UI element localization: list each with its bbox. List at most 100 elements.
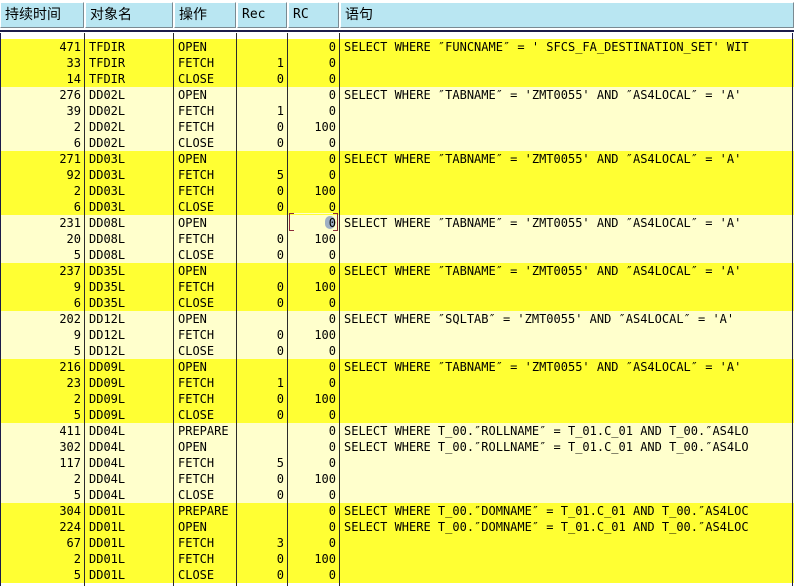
- cell-object[interactable]: DD03L: [85, 199, 173, 215]
- cell-rec[interactable]: 1: [237, 55, 287, 71]
- table-row[interactable]: 23 DD09L FETCH 1 0: [0, 375, 794, 391]
- cell-object[interactable]: DD01L: [85, 519, 173, 535]
- cell-object[interactable]: DD02L: [85, 103, 173, 119]
- cell-operation[interactable]: FETCH: [174, 231, 236, 247]
- cell-rec[interactable]: [237, 151, 287, 167]
- cell-object[interactable]: DD01L: [85, 567, 173, 583]
- cell-rc[interactable]: 0: [288, 359, 339, 375]
- cell-operation[interactable]: FETCH: [174, 375, 236, 391]
- cell-operation[interactable]: OPEN: [174, 439, 236, 455]
- cell-object[interactable]: DD03L: [85, 183, 173, 199]
- cell-operation[interactable]: FETCH: [174, 551, 236, 567]
- cell-operation[interactable]: OPEN: [174, 151, 236, 167]
- cell-rec[interactable]: 0: [237, 199, 287, 215]
- table-row[interactable]: 92 DD03L FETCH 5 0: [0, 167, 794, 183]
- table-row[interactable]: 117 DD04L FETCH 5 0: [0, 455, 794, 471]
- cell-statement[interactable]: [340, 247, 794, 263]
- table-row[interactable]: 304 DD01L PREPARE 0 SELECT WHERE T_00.″DOMNA…: [0, 503, 794, 519]
- cell-rc[interactable]: 0: [288, 151, 339, 167]
- cell-object[interactable]: TFDIR: [85, 39, 173, 55]
- table-row[interactable]: 271 DD03L OPEN 0 SELECT WHERE ″TABNAME″ = 'Z…: [0, 151, 794, 167]
- cell-object[interactable]: DD09L: [85, 407, 173, 423]
- cell-rc[interactable]: 0: [288, 247, 339, 263]
- column-header-duration[interactable]: 持续时间: [0, 2, 84, 28]
- cell-object[interactable]: DD02L: [85, 119, 173, 135]
- cell-operation[interactable]: OPEN: [174, 359, 236, 375]
- cell-statement[interactable]: SELECT WHERE ″TABNAME″ = 'ZMT0055' AND ″…: [340, 151, 794, 167]
- cell-operation[interactable]: CLOSE: [174, 247, 236, 263]
- column-header-statement[interactable]: 语句: [340, 2, 794, 28]
- table-row[interactable]: 302 DD04L OPEN 0 SELECT WHERE T_00.″ROLLNAME…: [0, 439, 794, 455]
- cell-statement[interactable]: SELECT WHERE T_00.″ROLLNAME″ = T_01.C_01…: [340, 439, 794, 455]
- cell-object[interactable]: TFDIR: [85, 55, 173, 71]
- cell-duration[interactable]: 9: [0, 327, 84, 343]
- cell-statement[interactable]: SELECT WHERE ″SQLTAB″ = 'ZMT0055' AND ″A…: [340, 311, 794, 327]
- cell-rec[interactable]: 0: [237, 567, 287, 583]
- cell-rc[interactable]: 0: [288, 39, 339, 55]
- cell-statement[interactable]: [340, 551, 794, 567]
- cell-operation[interactable]: CLOSE: [174, 71, 236, 87]
- cell-object[interactable]: DD12L: [85, 311, 173, 327]
- cell-operation[interactable]: OPEN: [174, 87, 236, 103]
- table-row[interactable]: 9 DD12L FETCH 0 100: [0, 327, 794, 343]
- cell-rc[interactable]: 100: [288, 119, 339, 135]
- cell-operation[interactable]: CLOSE: [174, 567, 236, 583]
- table-row[interactable]: 5 DD12L CLOSE 0 0: [0, 343, 794, 359]
- cell-statement[interactable]: [340, 535, 794, 551]
- cell-statement[interactable]: [340, 407, 794, 423]
- table-row[interactable]: 2 DD02L FETCH 0 100: [0, 119, 794, 135]
- cell-rec[interactable]: 0: [237, 279, 287, 295]
- cell-operation[interactable]: CLOSE: [174, 487, 236, 503]
- cell-object[interactable]: DD35L: [85, 279, 173, 295]
- cell-rc[interactable]: 0: [288, 167, 339, 183]
- cell-operation[interactable]: OPEN: [174, 263, 236, 279]
- cell-rec[interactable]: 1: [237, 375, 287, 391]
- cell-duration[interactable]: 304: [0, 503, 84, 519]
- cell-object[interactable]: DD04L: [85, 455, 173, 471]
- cell-operation[interactable]: OPEN: [174, 39, 236, 55]
- cell-statement[interactable]: [340, 343, 794, 359]
- cell-rec[interactable]: 3: [237, 535, 287, 551]
- cell-rec[interactable]: 0: [237, 407, 287, 423]
- cell-statement[interactable]: [340, 167, 794, 183]
- cell-duration[interactable]: 2: [0, 471, 84, 487]
- cell-duration[interactable]: 5: [0, 343, 84, 359]
- cell-operation[interactable]: FETCH: [174, 535, 236, 551]
- cell-duration[interactable]: 39: [0, 103, 84, 119]
- cell-statement[interactable]: [340, 487, 794, 503]
- table-row[interactable]: 2 DD04L FETCH 0 100: [0, 471, 794, 487]
- table-row[interactable]: 33 TFDIR FETCH 1 0: [0, 55, 794, 71]
- cell-operation[interactable]: FETCH: [174, 455, 236, 471]
- cell-rc[interactable]: 0: [288, 199, 339, 215]
- cell-duration[interactable]: 224: [0, 519, 84, 535]
- cell-statement[interactable]: [340, 455, 794, 471]
- cell-duration[interactable]: 276: [0, 87, 84, 103]
- cell-object[interactable]: DD03L: [85, 167, 173, 183]
- cell-rec[interactable]: [237, 39, 287, 55]
- selected-cell-value[interactable]: 0: [288, 215, 339, 231]
- table-row[interactable]: 6 DD35L CLOSE 0 0: [0, 295, 794, 311]
- cell-object[interactable]: DD35L: [85, 295, 173, 311]
- cell-duration[interactable]: 5: [0, 407, 84, 423]
- cell-rec[interactable]: 0: [237, 247, 287, 263]
- cell-object[interactable]: DD12L: [85, 343, 173, 359]
- cell-rc[interactable]: 0: [288, 87, 339, 103]
- cell-object[interactable]: DD09L: [85, 391, 173, 407]
- cell-rec[interactable]: 0: [237, 391, 287, 407]
- cell-statement[interactable]: [340, 183, 794, 199]
- cell-statement[interactable]: SELECT WHERE ″TABNAME″ = 'ZMT0055' AND ″…: [340, 263, 794, 279]
- table-row[interactable]: 2 DD01L FETCH 0 100: [0, 551, 794, 567]
- cell-statement[interactable]: SELECT WHERE T_00.″DOMNAME″ = T_01.C_01 …: [340, 503, 794, 519]
- cell-statement[interactable]: [340, 103, 794, 119]
- table-row[interactable]: 231DD08LOPEN 0SELECT WHERE ″TABNAME″ = 'Z…: [0, 215, 794, 231]
- cell-rec[interactable]: 0: [237, 551, 287, 567]
- cell-rec[interactable]: 0: [237, 135, 287, 151]
- cell-object[interactable]: DD12L: [85, 327, 173, 343]
- cell-statement[interactable]: [340, 375, 794, 391]
- cell-statement[interactable]: [340, 199, 794, 215]
- cell-operation[interactable]: CLOSE: [174, 135, 236, 151]
- table-row[interactable]: 5 DD04L CLOSE 0 0: [0, 487, 794, 503]
- cell-duration[interactable]: 2: [0, 183, 84, 199]
- cell-operation[interactable]: FETCH: [174, 327, 236, 343]
- cell-operation[interactable]: OPEN: [174, 215, 236, 231]
